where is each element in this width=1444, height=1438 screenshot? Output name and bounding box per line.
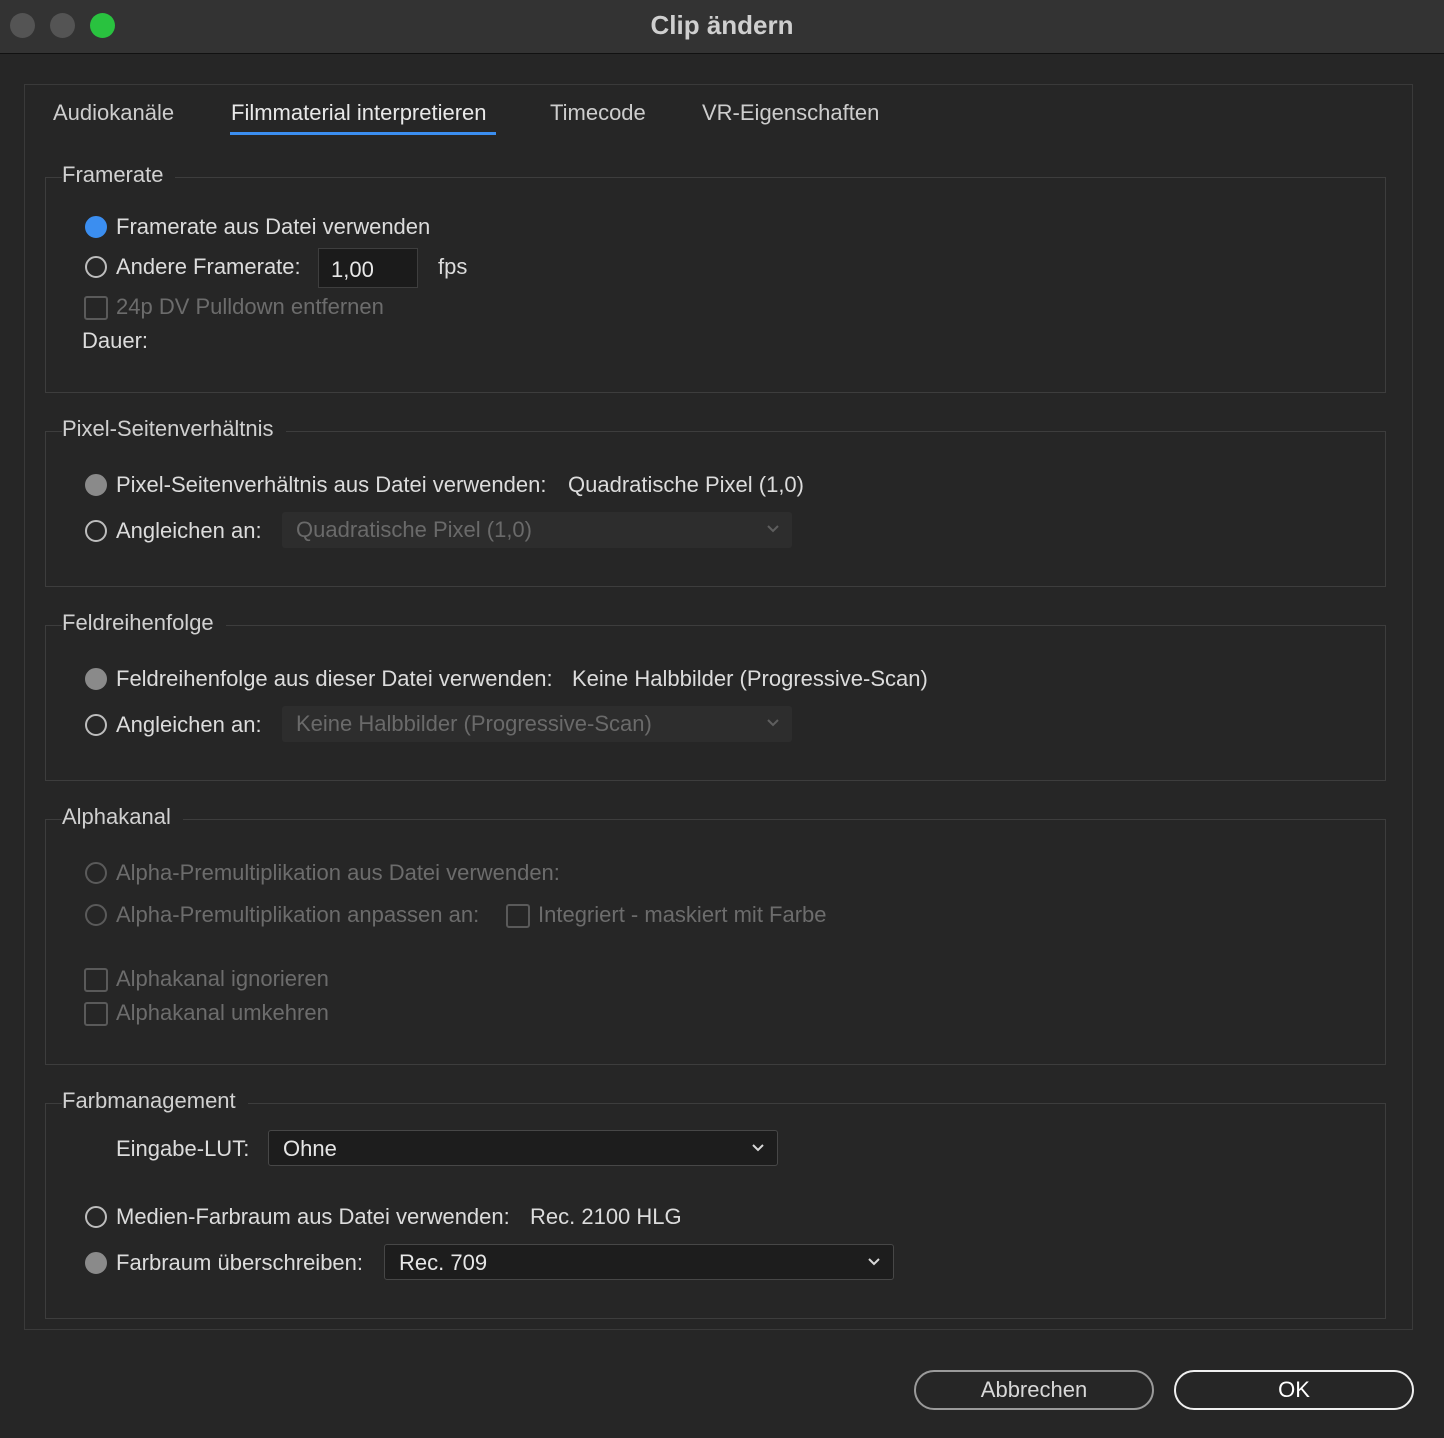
- framerate-use-file-label: Framerate aus Datei verwenden: [116, 214, 431, 239]
- cancel-button[interactable]: Abbrechen: [914, 1370, 1154, 1410]
- media-colorspace-value: Rec. 2100 HLG: [530, 1204, 682, 1229]
- field-order-file-value: Keine Halbbilder (Progressive-Scan): [572, 666, 928, 691]
- window-title: Clip ändern: [650, 10, 794, 40]
- pixel-aspect-use-file-label: Pixel-Seitenverhältnis aus Datei verwend…: [116, 472, 547, 497]
- title-bar: Clip ändern: [0, 0, 1444, 54]
- tab-audio-channels[interactable]: Audiokanäle: [53, 100, 174, 126]
- field-order-dropdown[interactable]: Keine Halbbilder (Progressive-Scan): [282, 706, 792, 742]
- pixel-aspect-conform-radio[interactable]: [85, 520, 107, 542]
- input-lut-dropdown[interactable]: Ohne: [268, 1130, 778, 1166]
- alpha-ignore-label: Alphakanal ignorieren: [116, 966, 329, 991]
- field-order-group: [45, 625, 1386, 781]
- active-tab-indicator: [230, 132, 496, 135]
- alpha-ignore-checkbox[interactable]: [84, 968, 108, 992]
- input-lut-dropdown-value: Ohne: [283, 1136, 337, 1161]
- field-order-use-file-label: Feldreihenfolge aus dieser Datei verwend…: [116, 666, 553, 691]
- alpha-adjust-label: Alpha-Premultiplikation anpassen an:: [116, 902, 480, 927]
- color-management-legend: Farbmanagement: [62, 1088, 248, 1114]
- media-colorspace-label: Medien-Farbraum aus Datei verwenden:: [116, 1204, 510, 1229]
- field-order-dropdown-value: Keine Halbbilder (Progressive-Scan): [296, 711, 652, 736]
- alpha-integrated-label: Integriert - maskiert mit Farbe: [538, 902, 827, 927]
- pixel-aspect-group: [45, 431, 1386, 587]
- chevron-down-icon: [868, 1258, 880, 1266]
- framerate-use-file-radio[interactable]: [85, 216, 107, 238]
- field-order-legend: Feldreihenfolge: [62, 610, 226, 636]
- chevron-down-icon: [752, 1144, 764, 1152]
- alpha-legend: Alphakanal: [62, 804, 183, 830]
- ok-button[interactable]: OK: [1174, 1370, 1414, 1410]
- tab-interpret-footage[interactable]: Filmmaterial interpretieren: [231, 100, 487, 126]
- pixel-aspect-use-file-radio[interactable]: [85, 474, 107, 496]
- duration-label: Dauer:: [82, 328, 149, 353]
- pixel-aspect-file-value: Quadratische Pixel (1,0): [568, 472, 804, 497]
- override-colorspace-label: Farbraum überschreiben:: [116, 1250, 364, 1275]
- alpha-group: [45, 819, 1386, 1065]
- field-order-use-file-radio[interactable]: [85, 668, 107, 690]
- pixel-aspect-dropdown[interactable]: Quadratische Pixel (1,0): [282, 512, 792, 548]
- alpha-adjust-radio[interactable]: [85, 904, 107, 926]
- field-order-conform-label: Angleichen an:: [116, 712, 262, 737]
- alpha-integrated-checkbox[interactable]: [506, 904, 530, 928]
- fps-unit-label: fps: [438, 254, 468, 279]
- pixel-aspect-dropdown-value: Quadratische Pixel (1,0): [296, 517, 532, 542]
- tab-vr-properties[interactable]: VR-Eigenschaften: [702, 100, 879, 126]
- alpha-invert-checkbox[interactable]: [84, 1002, 108, 1026]
- pulldown-checkbox[interactable]: [84, 296, 108, 320]
- tab-timecode[interactable]: Timecode: [550, 100, 646, 126]
- input-lut-label: Eingabe-LUT:: [116, 1136, 250, 1161]
- override-colorspace-dropdown[interactable]: Rec. 709: [384, 1244, 894, 1280]
- chevron-down-icon: [767, 525, 779, 533]
- override-colorspace-dropdown-value: Rec. 709: [399, 1250, 488, 1275]
- framerate-group: [45, 177, 1386, 393]
- media-colorspace-radio[interactable]: [85, 1206, 107, 1228]
- pulldown-label: 24p DV Pulldown entfernen: [116, 294, 384, 319]
- framerate-legend: Framerate: [62, 162, 176, 188]
- field-order-conform-radio[interactable]: [85, 714, 107, 736]
- alpha-use-file-radio[interactable]: [85, 862, 107, 884]
- framerate-other-input[interactable]: 1,00: [318, 248, 418, 288]
- clip-dialog: Clip ändern Audiokanäle Filmmaterial int…: [0, 0, 1444, 1438]
- chevron-down-icon: [767, 719, 779, 727]
- pixel-aspect-legend: Pixel-Seitenverhältnis: [62, 416, 286, 442]
- alpha-invert-label: Alphakanal umkehren: [116, 1000, 329, 1025]
- framerate-other-radio[interactable]: [85, 256, 107, 278]
- override-colorspace-radio[interactable]: [85, 1252, 107, 1274]
- pixel-aspect-conform-label: Angleichen an:: [116, 518, 262, 543]
- alpha-use-file-label: Alpha-Premultiplikation aus Datei verwen…: [116, 860, 560, 885]
- framerate-other-label: Andere Framerate:: [116, 254, 301, 279]
